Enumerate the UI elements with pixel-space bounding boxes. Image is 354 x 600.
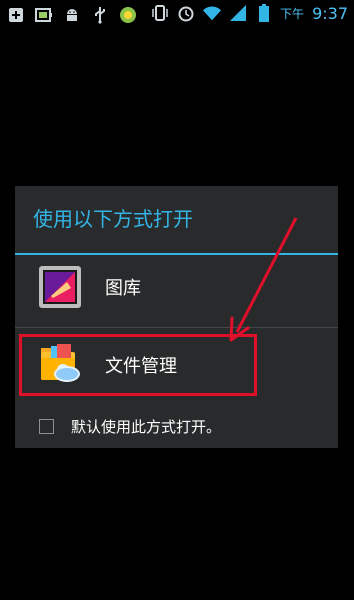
annotation-arrow	[229, 217, 298, 342]
